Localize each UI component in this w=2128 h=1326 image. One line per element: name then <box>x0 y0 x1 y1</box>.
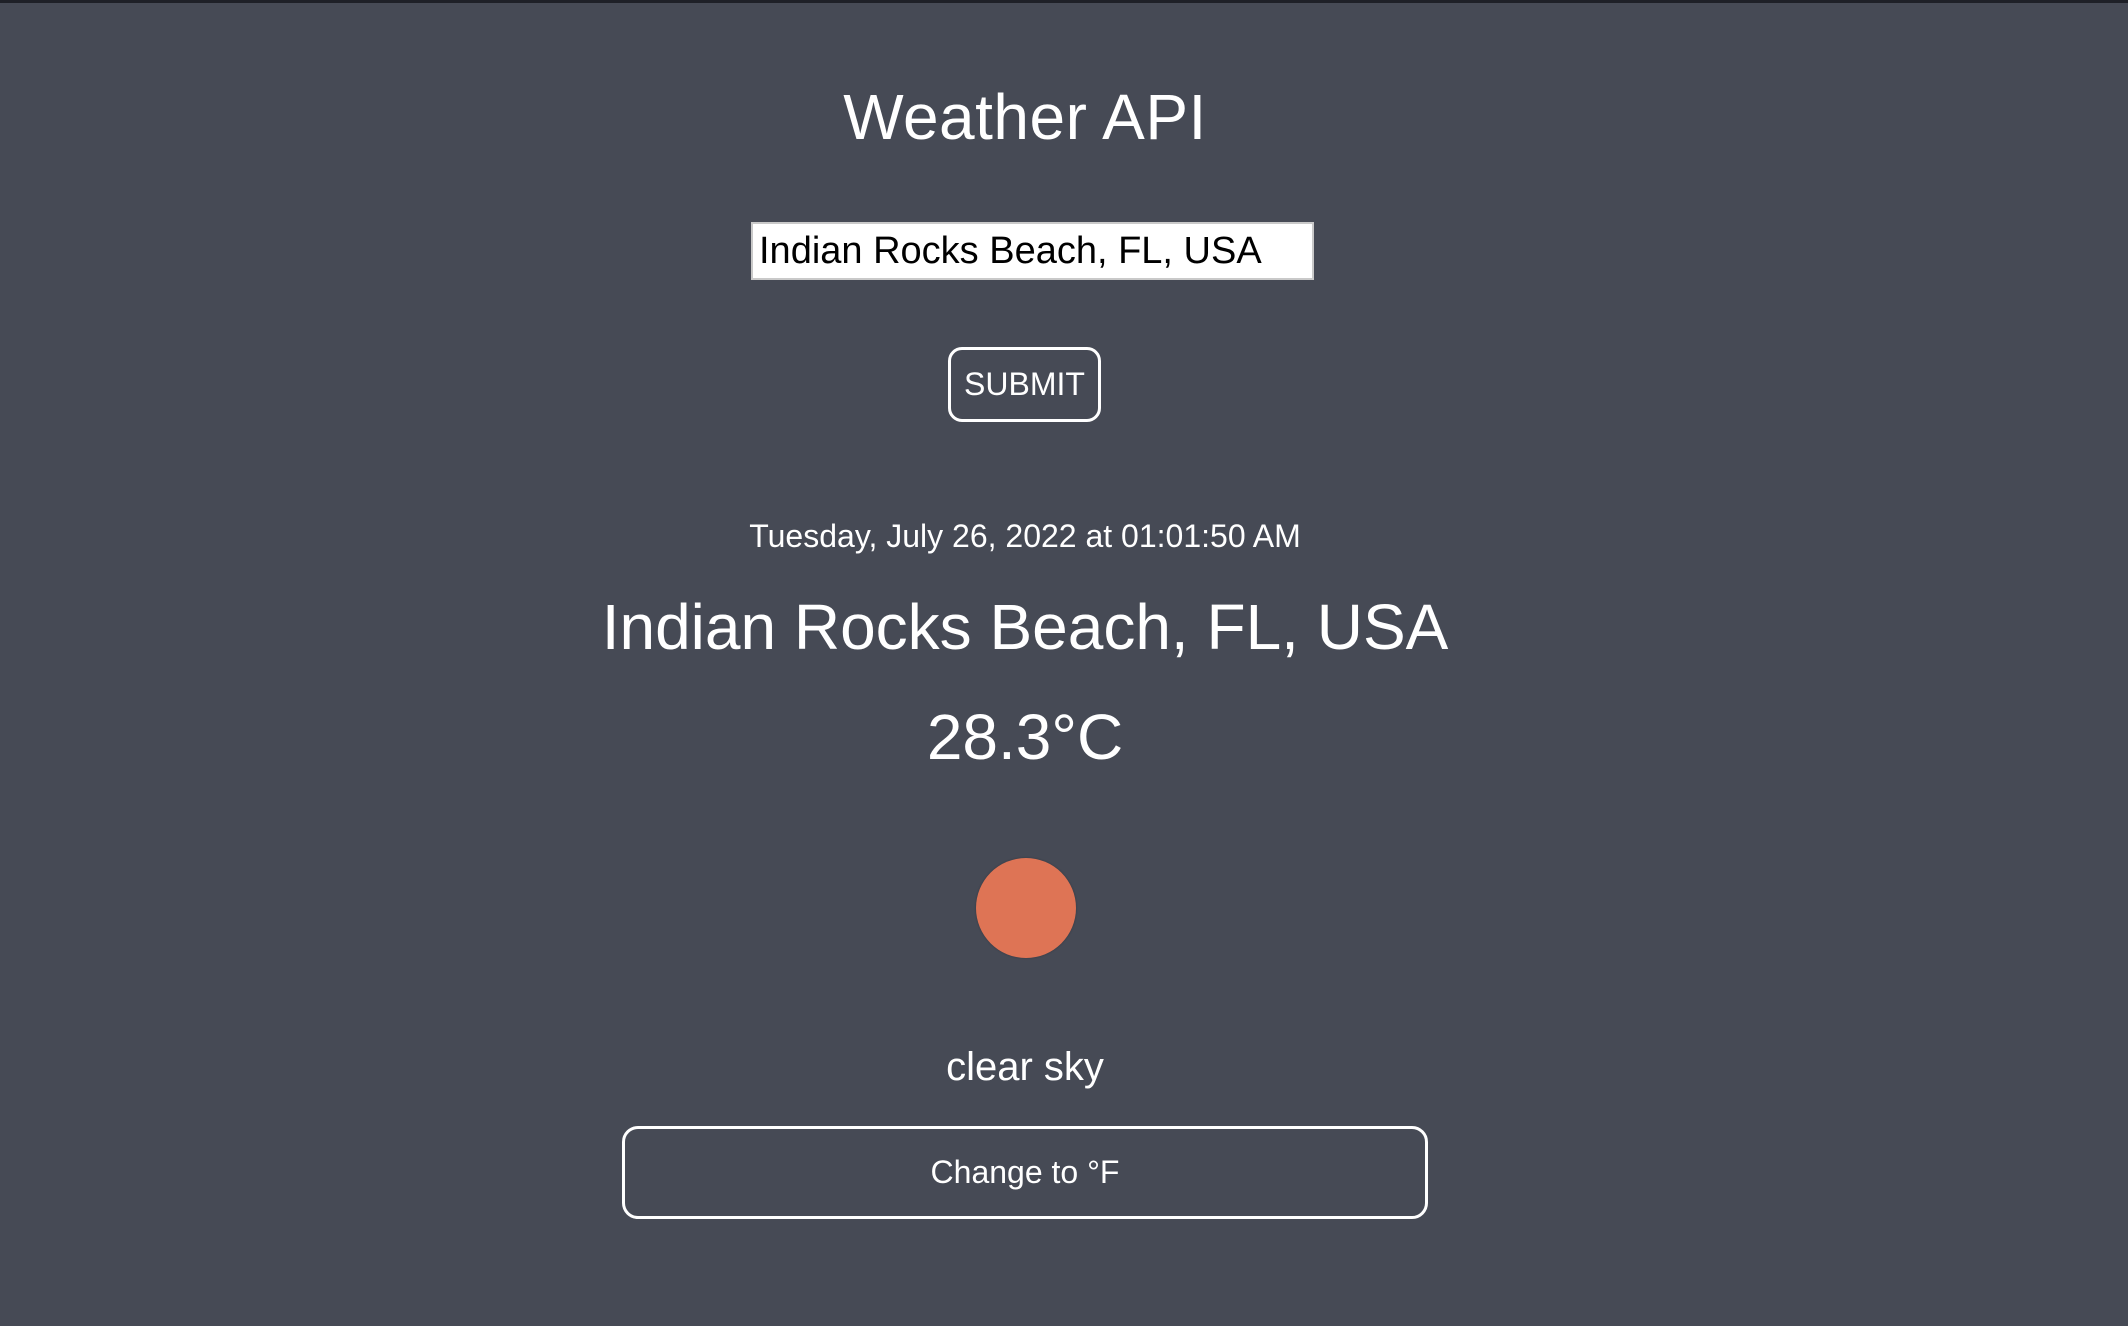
date-time: Tuesday, July 26, 2022 at 01:01:50 AM <box>749 518 1301 554</box>
page-title: Weather API <box>843 81 1207 153</box>
weather-app: Weather API SUBMIT Tuesday, July 26, 202… <box>0 0 2128 1326</box>
location-name: Indian Rocks Beach, FL, USA <box>601 591 1449 663</box>
submit-button[interactable]: SUBMIT <box>948 347 1101 422</box>
temperature: 28.3°C <box>926 701 1124 773</box>
weather-description: clear sky <box>946 1045 1104 1089</box>
sun-icon <box>976 858 1076 958</box>
change-unit-button[interactable]: Change to °F <box>622 1126 1428 1219</box>
location-search-input[interactable] <box>751 222 1314 280</box>
